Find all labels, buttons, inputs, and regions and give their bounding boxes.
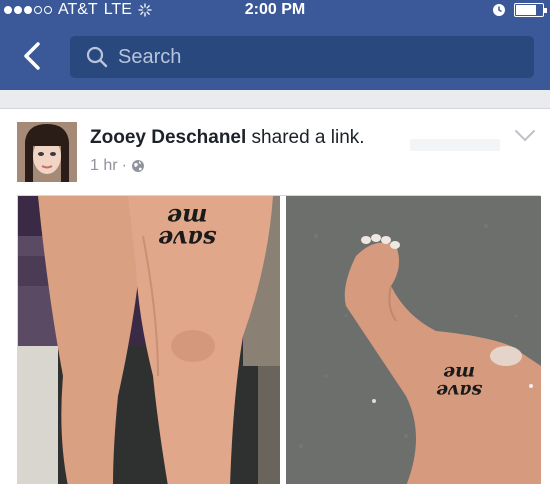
photo-right[interactable]: save me [286,196,541,484]
avatar[interactable] [17,122,77,182]
post-card: Zooey Deschanel shared a link. 1 hr · sa… [0,108,550,484]
nav-bar [0,22,550,90]
tattoo-text-left: save me [158,203,216,254]
post-action: shared a link. [246,127,365,148]
alarm-clock-icon [493,4,505,16]
redacted-area [410,139,500,151]
photo-left[interactable]: save me [18,196,280,484]
post-meta: 1 hr · [90,157,145,175]
tattoo-line-save-2: save [436,380,483,402]
author-name[interactable]: Zooey Deschanel [90,127,246,148]
search-icon [86,46,108,68]
avatar-image [17,122,77,182]
globe-icon [131,160,144,172]
shared-link-preview[interactable]: save me save me [17,195,541,484]
search-box[interactable] [70,36,534,78]
post-time[interactable]: 1 hr [90,157,118,175]
tattoo-text-right: save me [436,362,483,402]
battery-icon [514,3,547,17]
status-time: 2:00 PM [244,1,306,18]
feed-divider [0,90,550,108]
search-input[interactable] [118,45,498,69]
battery-level [516,5,536,15]
status-bar: AT&T LTE 2:00 PM [0,0,550,22]
post-header: Zooey Deschanel shared a link. [90,127,365,149]
back-arrow-icon[interactable] [14,38,50,74]
chevron-down-icon[interactable] [514,129,536,143]
status-right [492,3,547,17]
meta-separator: · [121,157,127,174]
